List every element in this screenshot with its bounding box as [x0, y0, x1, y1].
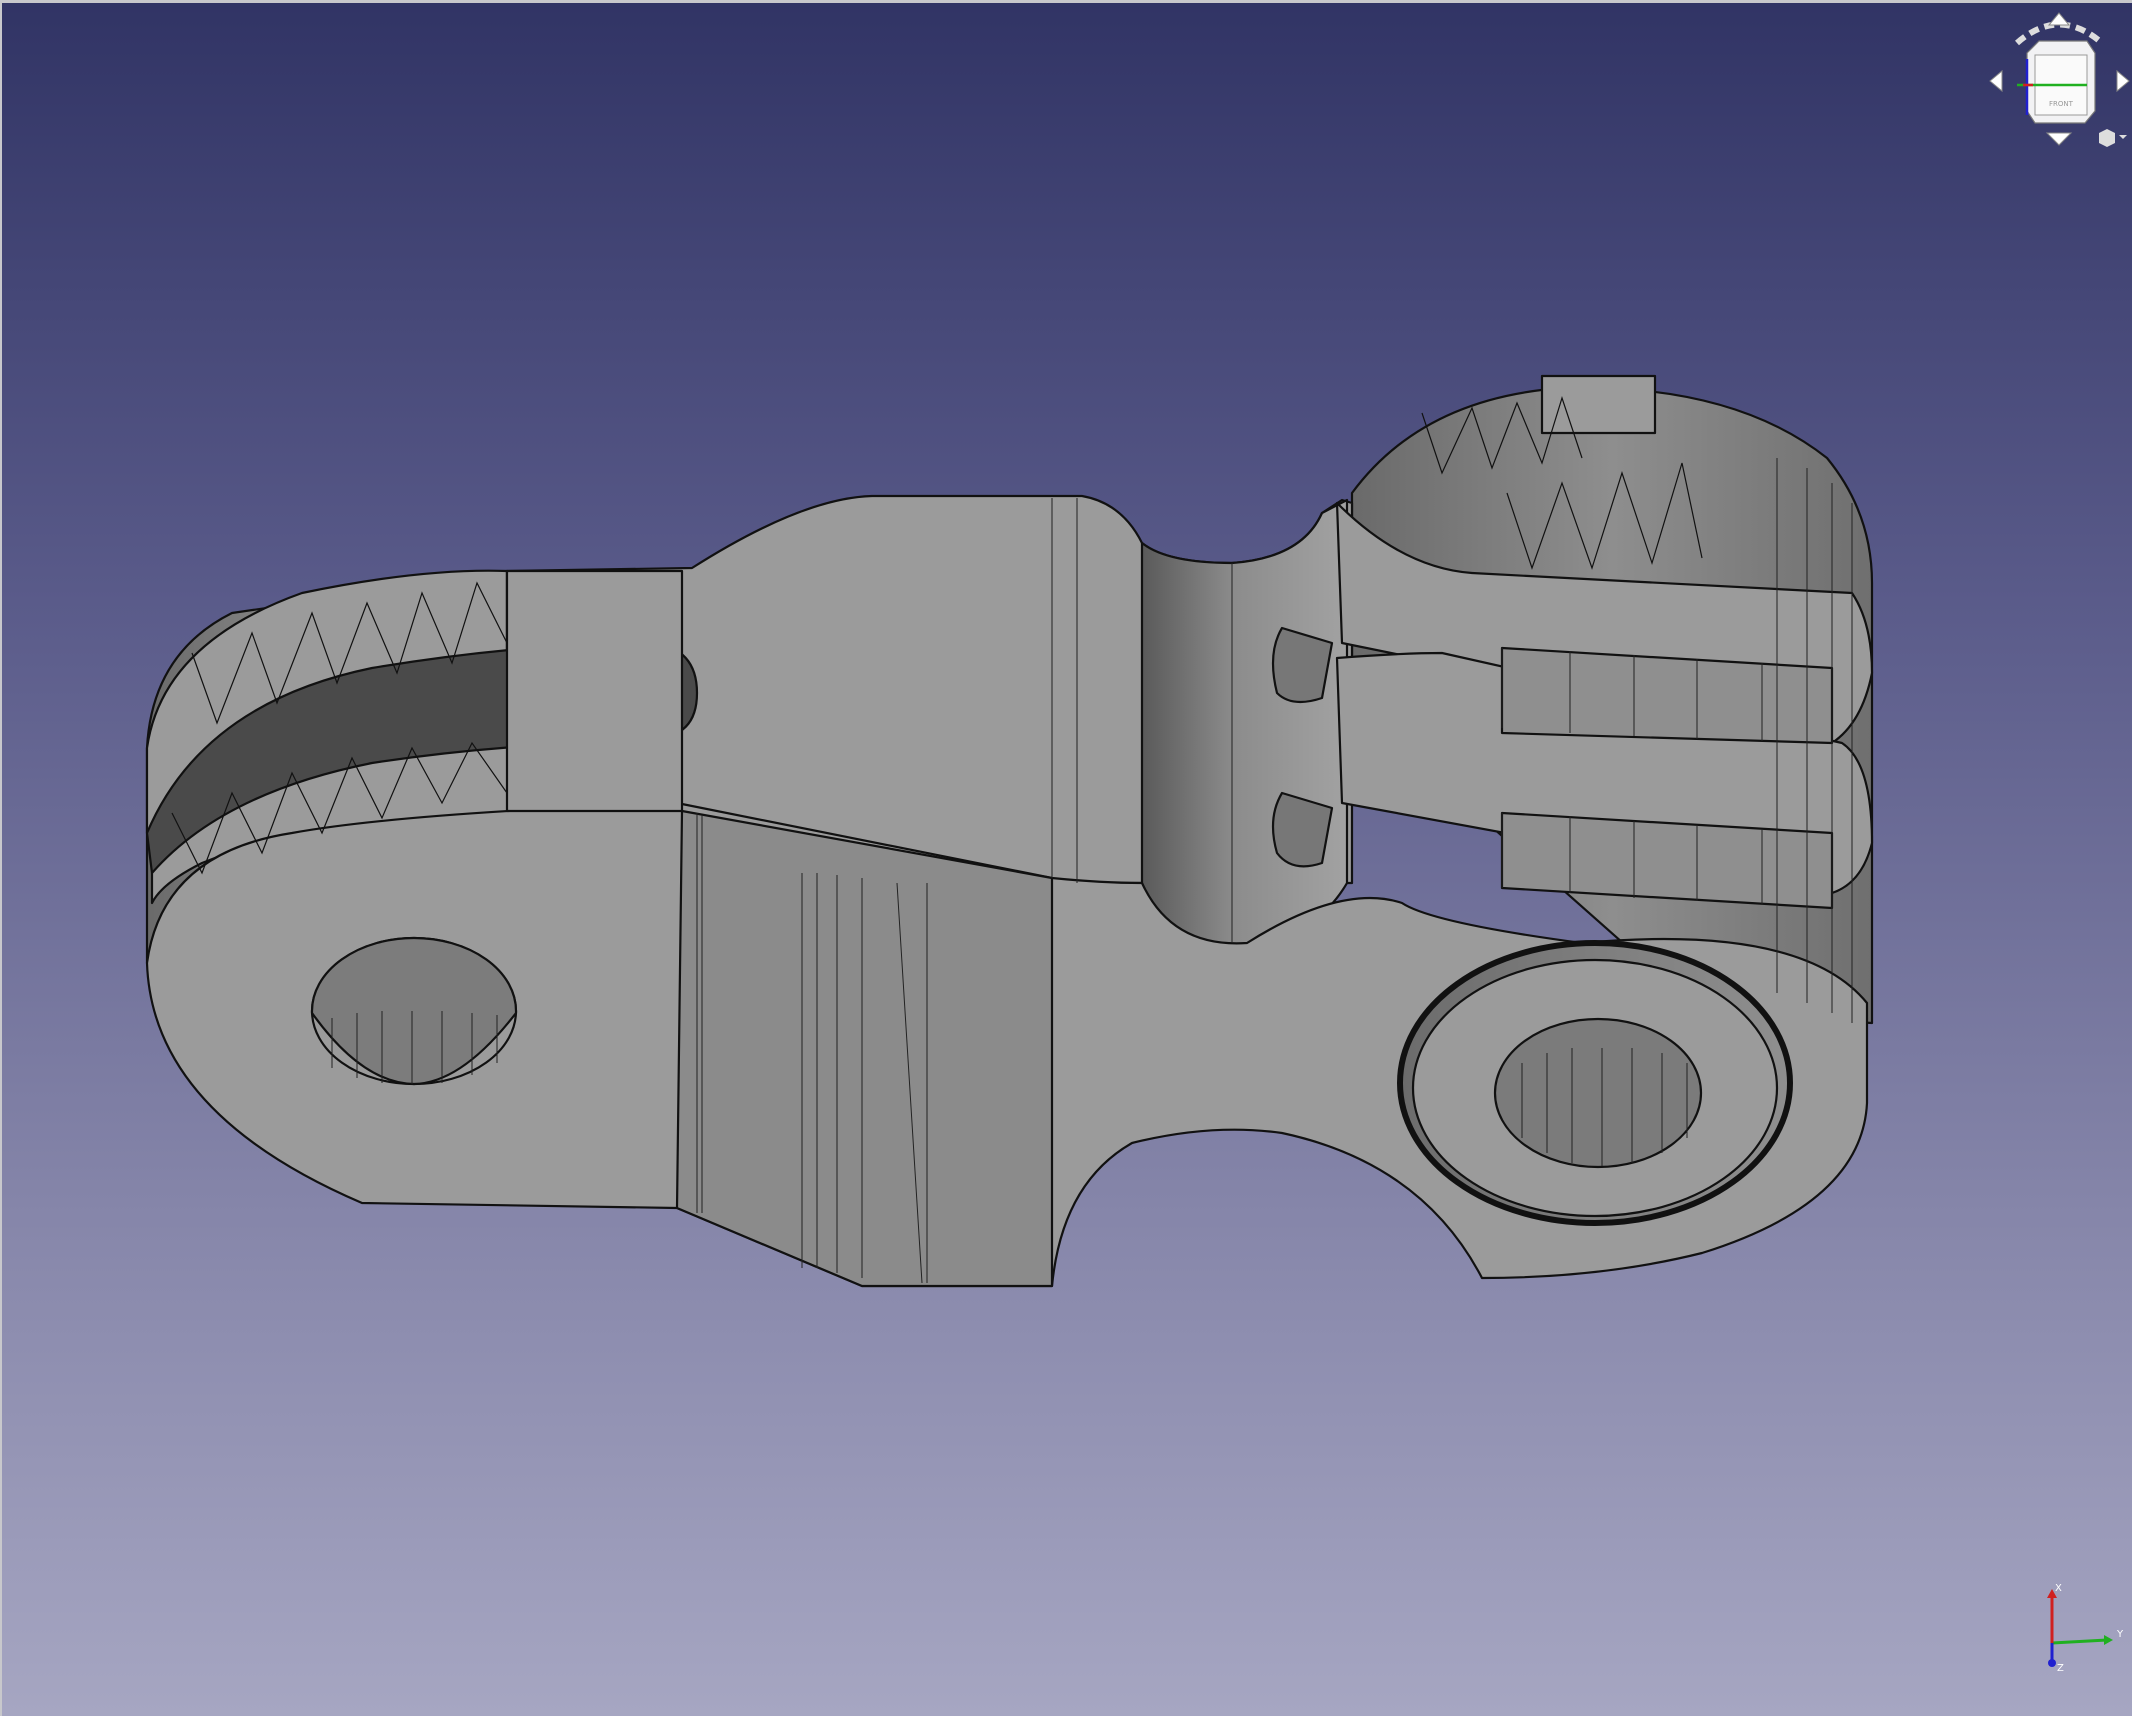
right-boss-tab [1540, 374, 1657, 435]
3d-viewport[interactable]: FRONT X Y Z [0, 0, 2132, 1716]
navigation-cube[interactable]: FRONT [1987, 11, 2132, 151]
nav-arrow-up-icon [2047, 12, 2071, 26]
middle-block-side [675, 809, 1054, 1288]
axis-z-label: Z [2057, 1663, 2064, 1673]
center-groove [1140, 498, 1349, 948]
axis-cross: X Y Z [2047, 1583, 2124, 1673]
axis-x-label: X [2055, 1583, 2062, 1594]
right-hole [1493, 1017, 1703, 1169]
nav-arrow-right-icon [2116, 69, 2130, 93]
rotate-arc-icon [2015, 21, 2104, 46]
navcube-face-label: FRONT [2049, 100, 2074, 108]
gopro-mount-model[interactable] [2, 3, 2132, 1719]
view-cube-icon: FRONT [2017, 40, 2096, 124]
middle-block-top [505, 569, 684, 813]
nav-arrow-left-icon [1989, 69, 2003, 93]
view-menu-icon [2099, 129, 2127, 147]
nav-arrow-down-icon [2045, 132, 2073, 146]
axis-y-label: Y [2116, 1629, 2124, 1640]
